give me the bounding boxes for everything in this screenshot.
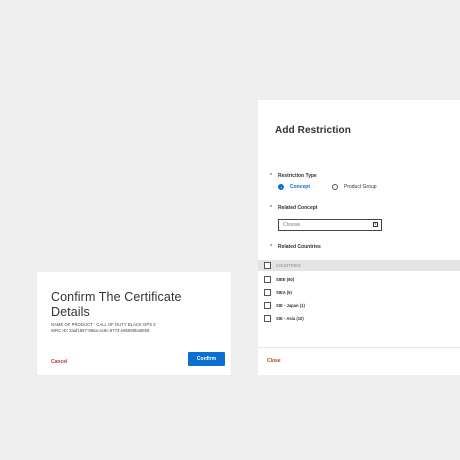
required-marker: * [270, 244, 272, 250]
select-placeholder: Choose [283, 222, 301, 228]
country-checkbox[interactable] [264, 276, 271, 283]
country-row[interactable]: SIEE (50) [258, 274, 460, 285]
radio-concept-label[interactable]: Concept [290, 184, 310, 190]
select-all-checkbox[interactable] [264, 262, 271, 269]
country-label: SIE - Japan (1) [276, 303, 305, 308]
restriction-type-label: Restriction Type [278, 173, 317, 179]
country-row[interactable]: SIEA (5) [258, 287, 460, 298]
country-checkbox[interactable] [264, 302, 271, 309]
cancel-button[interactable]: Cancel [51, 359, 67, 365]
dialog-footer-divider [258, 347, 460, 348]
radio-concept[interactable] [278, 184, 284, 190]
required-marker: * [270, 205, 272, 211]
add-restriction-dialog: Add Restriction * Restriction Type Conce… [258, 100, 460, 375]
country-label: SIEA (5) [276, 290, 292, 295]
confirm-button[interactable]: Confirm [188, 352, 225, 366]
restriction-dialog-title: Add Restriction [275, 125, 351, 136]
radio-product-group[interactable] [332, 184, 338, 190]
country-checkbox[interactable] [264, 289, 271, 296]
wrc-id-text: WRC ID: 2aaf1587-966a-4c9c-8773-e95989ba… [51, 328, 150, 333]
confirm-certificate-dialog: Confirm The Certificate Details NAME OF … [37, 272, 231, 375]
related-countries-label: Related Countries [278, 244, 321, 250]
required-marker: * [270, 173, 272, 179]
country-row[interactable]: SIE - Asia (10) [258, 313, 460, 324]
dropdown-icon[interactable]: ▾ [373, 222, 378, 227]
country-label: SIEE (50) [276, 277, 295, 282]
country-checkbox[interactable] [264, 315, 271, 322]
country-row[interactable]: SIE - Japan (1) [258, 300, 460, 311]
countries-header-label: COUNTRIES [276, 263, 301, 268]
radio-product-group-label[interactable]: Product Group [344, 184, 377, 190]
certificate-dialog-title: Confirm The Certificate Details [51, 290, 182, 319]
close-button[interactable]: Close [267, 358, 281, 364]
related-concept-label: Related Concept [278, 205, 318, 211]
countries-header-row: COUNTRIES [258, 260, 460, 271]
related-concept-select[interactable]: Choose ▾ [278, 219, 382, 231]
country-label: SIE - Asia (10) [276, 316, 304, 321]
